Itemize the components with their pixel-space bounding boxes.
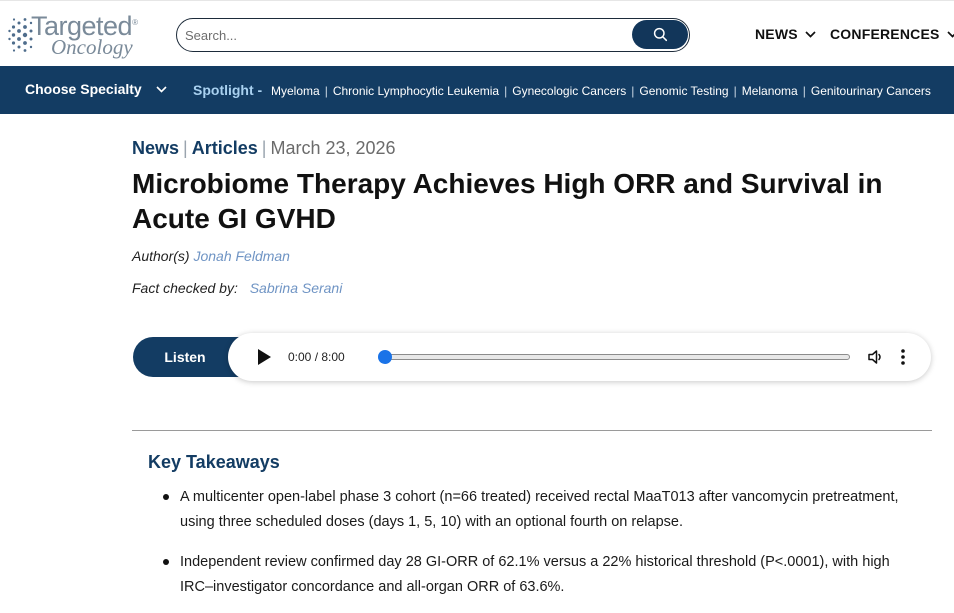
list-item: Independent review confirmed day 28 GI-O… [160, 550, 900, 599]
section-divider [132, 430, 932, 431]
fact-check-label: Fact checked by: [132, 280, 238, 296]
list-item: A multicenter open-label phase 3 cohort … [160, 485, 900, 534]
audio-progress-track[interactable] [383, 354, 850, 360]
spotlight-link-gynecologic[interactable]: Gynecologic Cancers [512, 84, 626, 98]
audio-time: 0:00 / 8:00 [288, 350, 345, 364]
breadcrumb-articles[interactable]: Articles [192, 138, 258, 159]
author-link[interactable]: Jonah Feldman [193, 248, 290, 264]
article-title: Microbiome Therapy Achieves High ORR and… [132, 168, 883, 234]
audio-player: 0:00 / 8:00 [228, 333, 931, 381]
volume-icon[interactable] [867, 348, 885, 366]
key-takeaways-list: A multicenter open-label phase 3 cohort … [160, 485, 900, 613]
author-label: Author(s) [132, 248, 190, 264]
breadcrumb-separator: | [261, 138, 267, 158]
more-vertical-icon[interactable] [900, 348, 906, 366]
author-line: Author(s) Jonah Feldman [132, 248, 290, 264]
chevron-down-icon [805, 30, 816, 38]
play-icon[interactable] [256, 348, 272, 366]
site-logo[interactable]: Targeted® Oncology [8, 9, 143, 61]
link-separator: | [733, 84, 737, 98]
search-button[interactable] [632, 20, 688, 49]
spotlight-link-melanoma[interactable]: Melanoma [742, 84, 798, 98]
specialty-nav-bar: Choose Specialty Spotlight - Myeloma | C… [0, 66, 954, 114]
breadcrumb: News | Articles | March 23, 2026 [132, 138, 396, 159]
chevron-down-icon [156, 85, 167, 93]
nav-conferences[interactable]: CONFERENCES [830, 26, 954, 42]
audio-progress-thumb[interactable] [378, 350, 392, 364]
nav-news-label: NEWS [755, 26, 798, 42]
choose-specialty-label: Choose Specialty [25, 81, 142, 97]
spotlight-label: Spotlight - [193, 82, 263, 98]
fact-check-line: Fact checked by: Sabrina Serani [132, 280, 342, 296]
link-separator: | [324, 84, 328, 98]
nav-conferences-label: CONFERENCES [830, 26, 940, 42]
breadcrumb-news[interactable]: News [132, 138, 179, 159]
nav-news[interactable]: NEWS [755, 26, 816, 42]
link-separator: | [631, 84, 635, 98]
logo-wordmark-bottom: Oncology [51, 35, 133, 59]
spotlight-link-genomic[interactable]: Genomic Testing [639, 84, 728, 98]
link-separator: | [802, 84, 806, 98]
publish-date: March 23, 2026 [270, 138, 396, 158]
search-input[interactable] [185, 25, 625, 45]
spotlight-links: Myeloma | Chronic Lymphocytic Leukemia |… [271, 84, 931, 98]
site-header: Targeted® Oncology NEWS CONFERENCES [0, 0, 954, 66]
search-icon [653, 27, 667, 42]
spotlight-link-genitourinary[interactable]: Genitourinary Cancers [811, 84, 931, 98]
choose-specialty-dropdown[interactable]: Choose Specialty [25, 81, 167, 97]
fact-checker-link[interactable]: Sabrina Serani [250, 280, 343, 296]
spotlight-link-cll[interactable]: Chronic Lymphocytic Leukemia [333, 84, 499, 98]
listen-button[interactable]: Listen [133, 337, 243, 377]
breadcrumb-separator: | [183, 138, 188, 158]
chevron-down-icon [946, 30, 954, 38]
spotlight-link-myeloma[interactable]: Myeloma [271, 84, 320, 98]
key-takeaways-heading: Key Takeaways [148, 452, 280, 472]
search-bar [176, 18, 690, 52]
link-separator: | [504, 84, 508, 98]
